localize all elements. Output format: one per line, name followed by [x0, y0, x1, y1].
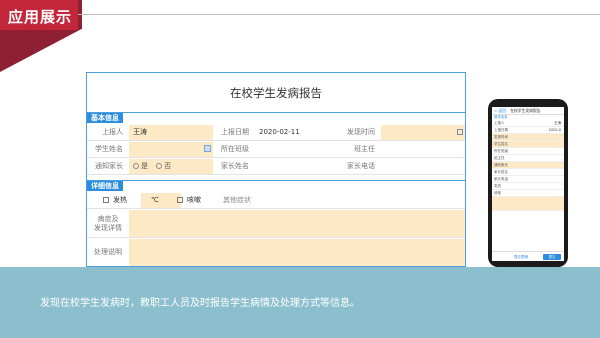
phone-row-reporter: 上报人 王涛: [492, 120, 564, 127]
phone-row-label: 学生姓名: [494, 142, 508, 146]
page-title: 应用展示: [8, 8, 73, 26]
handling-label: 处理说明: [94, 248, 122, 256]
report-date-field[interactable]: 2020-02-11: [255, 125, 339, 140]
phone-submit-button[interactable]: 提交: [543, 254, 561, 260]
form-row-handling: 处理说明: [87, 239, 465, 266]
phone-row[interactable]: 发现时间: [492, 134, 564, 141]
phone-row-label: 发热: [494, 184, 501, 188]
symptom-details-label: 病症及 发现详情: [94, 215, 122, 232]
fever-checkbox[interactable]: [103, 197, 109, 203]
phone-row[interactable]: 发热: [492, 183, 564, 190]
phone-row-label: 家长姓名: [494, 170, 508, 174]
student-name-label: 学生姓名: [95, 145, 123, 153]
caption-text: 发现在校学生发病时，教职工人员及时报告学生病情及处理方式等信息。: [40, 298, 360, 309]
other-symptoms-label: 其他症状: [223, 196, 251, 204]
head-teacher-label: 班主任: [354, 145, 375, 153]
phone-row[interactable]: 家长姓名: [492, 169, 564, 176]
found-time-label: 发现时间: [347, 128, 375, 136]
notify-parent-options: 是 否: [129, 159, 213, 174]
radio-no-label: 否: [164, 162, 172, 170]
slide: 应用展示 在校学生发病报告 基本信息 上报人 王涛 上报日期 2020-02-1…: [0, 0, 600, 338]
section-basic: 基本信息: [87, 112, 465, 124]
phone-row[interactable]: 所在班级: [492, 148, 564, 155]
report-date-label: 上报日期: [221, 128, 249, 136]
cough-label: 咳嗽: [187, 196, 201, 204]
phone-date-value[interactable]: 2020-0: [549, 127, 561, 134]
phone-row-date: 上报日期 2020-0: [492, 127, 564, 134]
calendar-icon[interactable]: [457, 129, 463, 135]
form-row-reporter: 上报人 王涛 上报日期 2020-02-11 发现时间: [87, 125, 465, 141]
phone-textarea[interactable]: [492, 197, 564, 211]
phone-date-label: 上报日期: [494, 128, 508, 132]
phone-row-label: 家长电话: [494, 177, 508, 181]
found-time-field[interactable]: [381, 125, 465, 140]
head-teacher-field[interactable]: [381, 142, 465, 157]
cough-checkbox[interactable]: [177, 197, 183, 203]
form-row-parent: 通知家长 是 否 家长姓名 家长电话: [87, 159, 465, 175]
handling-field[interactable]: [129, 239, 465, 266]
parent-phone-field[interactable]: [381, 159, 465, 174]
form-row-student: 学生姓名 所在班级 班主任: [87, 142, 465, 158]
phone-row-label: 发现时间: [494, 135, 508, 139]
caption-band: 发现在校学生发病时，教职工人员及时报告学生病情及处理方式等信息。: [0, 267, 600, 338]
phone-mockup: < 返回 在校学生发病报告 基本信息 上报人 王涛 上报日期 2020-0 发现…: [488, 99, 568, 267]
form-row-symptom-details: 病症及 发现详情: [87, 210, 465, 238]
header-band: 应用展示: [0, 0, 78, 30]
phone-title: 在校学生发病报告: [510, 108, 541, 113]
phone-row-label: 咳嗽: [494, 191, 501, 195]
reporter-label: 上报人: [102, 128, 123, 136]
phone-row[interactable]: 家长电话: [492, 176, 564, 183]
symptom-details-field[interactable]: [129, 210, 465, 237]
report-form: 在校学生发病报告 基本信息 上报人 王涛 上报日期 2020-02-11 发现时…: [86, 72, 466, 267]
phone-row[interactable]: 班主任: [492, 155, 564, 162]
section-detail-label: 详细信息: [87, 181, 123, 191]
phone-header: < 返回 在校学生发病报告: [492, 107, 564, 115]
form-row-symptoms: 发热 ℃ 咳嗽 其他症状: [87, 193, 465, 209]
section-detail: 详细信息: [87, 180, 465, 192]
student-name-field[interactable]: [129, 142, 213, 157]
radio-yes-label: 是: [141, 162, 148, 170]
notify-parent-label: 通知家长: [95, 162, 123, 170]
phone-back-link[interactable]: < 返回: [494, 108, 506, 113]
class-field[interactable]: [255, 142, 339, 157]
phone-row-label: 所在班级: [494, 149, 508, 153]
form-title: 在校学生发病报告: [230, 86, 322, 100]
phone-row-label: 班主任: [494, 156, 505, 160]
phone-footer: 提交草稿 提交: [492, 251, 564, 261]
phone-row[interactable]: 通知家长: [492, 162, 564, 169]
reporter-field[interactable]: 王涛: [129, 125, 213, 140]
phone-row[interactable]: 咳嗽: [492, 190, 564, 197]
phone-reporter-value[interactable]: 王涛: [554, 120, 561, 127]
parent-phone-label: 家长电话: [347, 162, 375, 170]
phone-draft-link[interactable]: 提交草稿: [514, 254, 528, 260]
phone-screen: < 返回 在校学生发病报告 基本信息 上报人 王涛 上报日期 2020-0 发现…: [492, 107, 564, 261]
radio-yes[interactable]: [133, 163, 139, 169]
phone-row[interactable]: 学生姓名: [492, 141, 564, 148]
fever-label: 发热: [113, 196, 127, 204]
header-divider: [78, 14, 600, 15]
student-picker-icon[interactable]: [204, 145, 211, 152]
phone-reporter-label: 上报人: [494, 121, 505, 125]
fever-option: 发热: [99, 193, 139, 208]
parent-name-field[interactable]: [255, 159, 339, 174]
phone-row-label: 通知家长: [494, 163, 508, 167]
cough-option: 咳嗽: [173, 193, 217, 208]
section-basic-label: 基本信息: [87, 113, 123, 123]
class-label: 所在班级: [221, 145, 249, 153]
celsius-unit: ℃: [151, 196, 159, 204]
parent-name-label: 家长姓名: [221, 162, 249, 170]
radio-no[interactable]: [156, 163, 163, 169]
